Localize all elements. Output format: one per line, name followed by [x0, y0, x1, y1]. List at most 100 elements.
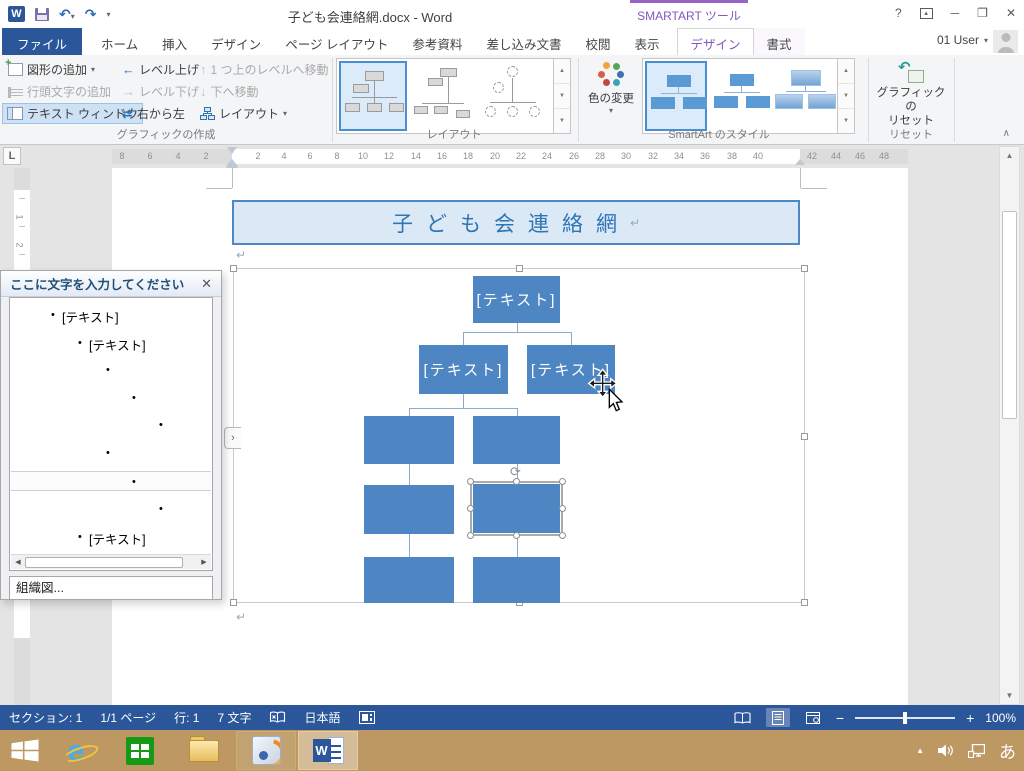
resize-handle[interactable]: [230, 599, 237, 606]
right-to-left-button[interactable]: ⇄右から左: [118, 103, 189, 124]
web-layout-button[interactable]: [801, 708, 825, 727]
right-indent-marker[interactable]: [795, 154, 805, 165]
scrollbar-thumb[interactable]: [1002, 211, 1017, 419]
horizontal-ruler[interactable]: 8642246810121416182022242628303234363840…: [112, 149, 908, 164]
demote-button[interactable]: →レベル下げ: [118, 81, 203, 102]
text-pane-row[interactable]: •: [11, 499, 211, 519]
tab-home[interactable]: ホーム: [89, 28, 150, 55]
add-shape-button[interactable]: 図形の追加▾: [4, 59, 99, 80]
status-line[interactable]: 行: 1: [174, 709, 199, 726]
tab-references[interactable]: 参考資料: [400, 28, 474, 55]
scroll-left-icon[interactable]: ◀: [11, 558, 25, 566]
volume-icon[interactable]: [938, 744, 954, 757]
print-layout-button[interactable]: [766, 708, 790, 727]
style-thumbnail-1[interactable]: [645, 61, 707, 131]
tab-insert[interactable]: 挿入: [150, 28, 199, 55]
vertical-scrollbar[interactable]: ▲ ▼: [999, 146, 1020, 705]
scroll-down-icon[interactable]: ▼: [1000, 687, 1019, 704]
tab-stop-selector[interactable]: L: [3, 147, 21, 165]
text-pane-row[interactable]: •: [11, 471, 211, 491]
text-pane-list[interactable]: ◀ ▶ •[テキスト]•[テキスト]•••••••[テキスト]: [9, 297, 213, 571]
layout-gallery-up-icon[interactable]: ▲: [554, 59, 570, 84]
promote-button[interactable]: ←レベル上げ: [118, 59, 203, 80]
shape-handle[interactable]: [467, 532, 474, 539]
document-title-banner[interactable]: 子ども会連絡網↵: [232, 200, 800, 245]
smartart-canvas[interactable]: [テキスト] [テキスト] [テキスト] ⟳: [233, 268, 805, 603]
resize-handle[interactable]: [230, 265, 237, 272]
redo-icon[interactable]: ↷: [85, 7, 97, 21]
zoom-slider[interactable]: [855, 717, 955, 719]
hanging-indent-marker[interactable]: [227, 154, 237, 165]
org-box-level2-left[interactable]: [テキスト]: [419, 345, 508, 394]
org-box-selected[interactable]: ⟳: [473, 484, 560, 533]
ribbon-display-options-icon[interactable]: ▴: [920, 8, 933, 19]
move-down-button[interactable]: ↓下へ移動: [196, 81, 263, 102]
text-pane-row[interactable]: •[テキスト]: [11, 305, 211, 325]
resize-handle[interactable]: [801, 433, 808, 440]
text-pane-row[interactable]: •: [11, 360, 211, 380]
tab-page-layout[interactable]: ページ レイアウト: [273, 28, 400, 55]
text-pane-hscrollbar[interactable]: ◀ ▶: [11, 554, 211, 569]
org-box-left-1[interactable]: [364, 416, 454, 464]
move-up-button[interactable]: ↑1 つ上のレベルへ移動: [196, 59, 333, 80]
undo-button[interactable]: ↶▾: [59, 7, 75, 22]
zoom-in-icon[interactable]: +: [966, 711, 974, 725]
shape-handle[interactable]: [513, 532, 520, 539]
shape-handle[interactable]: [559, 478, 566, 485]
text-pane-header[interactable]: ここに文字を入力してください ✕: [1, 271, 221, 297]
tab-design[interactable]: デザイン: [199, 28, 273, 55]
taskbar-explorer-button[interactable]: [174, 731, 234, 770]
tab-view[interactable]: 表示: [622, 28, 671, 55]
zoom-slider-thumb[interactable]: [903, 712, 907, 724]
shape-handle[interactable]: [467, 505, 474, 512]
org-box-left-2[interactable]: [364, 485, 454, 534]
shape-handle[interactable]: [559, 532, 566, 539]
tab-file[interactable]: ファイル: [2, 28, 82, 55]
add-bullet-button[interactable]: 行頭文字の追加: [4, 81, 115, 102]
org-box-left-3[interactable]: [364, 557, 454, 603]
tab-smartart-format[interactable]: 書式: [754, 28, 805, 55]
help-icon[interactable]: ?: [895, 6, 902, 20]
status-word-count[interactable]: 7 文字: [217, 709, 251, 726]
restore-icon[interactable]: ❐: [977, 6, 988, 20]
ime-status-icon[interactable]: [359, 711, 375, 724]
taskbar-store-button[interactable]: [110, 731, 170, 770]
shape-handle[interactable]: [559, 505, 566, 512]
org-box-top[interactable]: [テキスト]: [473, 276, 560, 323]
add-shape-dropdown-icon[interactable]: ▾: [91, 65, 95, 74]
style-gallery-down-icon[interactable]: ▼: [838, 84, 854, 109]
resize-handle[interactable]: [801, 265, 808, 272]
text-pane-row[interactable]: •: [11, 443, 211, 463]
status-section[interactable]: セクション: 1: [9, 709, 82, 726]
start-button[interactable]: [10, 738, 40, 763]
taskbar-app-button[interactable]: [236, 731, 296, 770]
scroll-right-icon[interactable]: ▶: [197, 558, 211, 566]
text-pane-row[interactable]: •[テキスト]: [11, 333, 211, 353]
shape-handle[interactable]: [467, 478, 474, 485]
zoom-level[interactable]: 100%: [985, 711, 1016, 725]
minimize-icon[interactable]: ─: [951, 6, 960, 20]
qat-customize-icon[interactable]: ▾: [106, 10, 110, 19]
text-pane-close-icon[interactable]: ✕: [201, 276, 212, 292]
hscrollbar-thumb[interactable]: [25, 557, 183, 568]
tab-review[interactable]: 校閲: [573, 28, 622, 55]
avatar[interactable]: [993, 30, 1018, 53]
text-pane-row[interactable]: •[テキスト]: [11, 527, 211, 547]
style-thumbnail-2[interactable]: [709, 61, 771, 131]
status-page[interactable]: 1/1 ページ: [100, 709, 156, 726]
collapse-ribbon-icon[interactable]: ∧: [1003, 128, 1010, 139]
layout-dropdown-icon[interactable]: ▾: [283, 109, 287, 118]
read-mode-button[interactable]: [731, 708, 755, 727]
resize-handle[interactable]: [516, 265, 523, 272]
text-pane-toggle[interactable]: ›: [224, 427, 241, 449]
text-pane-row[interactable]: •: [11, 415, 211, 435]
layout-thumbnail-3[interactable]: [479, 61, 547, 131]
style-gallery-up-icon[interactable]: ▲: [838, 59, 854, 84]
tab-smartart-design[interactable]: デザイン: [677, 28, 753, 55]
resize-handle[interactable]: [801, 599, 808, 606]
network-icon[interactable]: [968, 744, 985, 758]
close-icon[interactable]: ✕: [1006, 6, 1016, 20]
org-box-right-1[interactable]: [473, 416, 560, 464]
layout-thumbnail-1[interactable]: [339, 61, 407, 131]
undo-dropdown-icon[interactable]: ▾: [71, 12, 75, 21]
